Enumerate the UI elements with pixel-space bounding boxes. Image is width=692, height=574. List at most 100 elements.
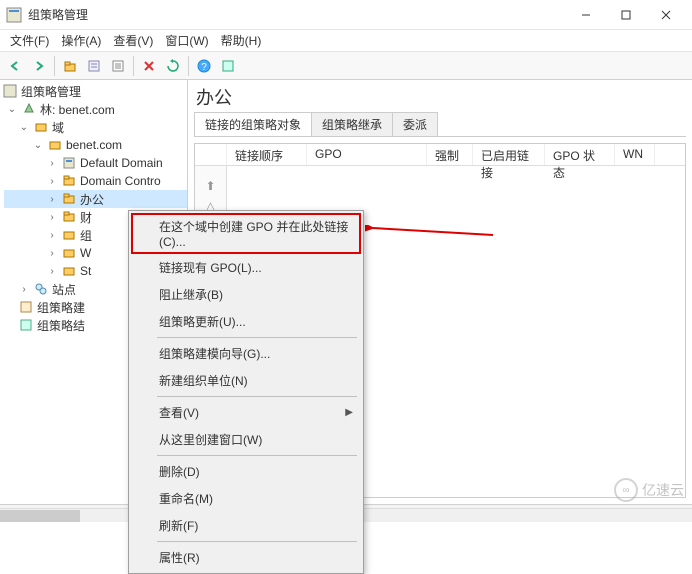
menubar: 文件(F) 操作(A) 查看(V) 窗口(W) 帮助(H) [0, 30, 692, 52]
column-header[interactable]: 链接顺序 [227, 144, 307, 165]
expander-icon[interactable]: › [46, 229, 58, 241]
column-header[interactable]: 强制 [427, 144, 473, 165]
column-header[interactable]: 已启用链接 [473, 144, 545, 165]
properties-button[interactable] [83, 55, 105, 77]
expander-icon[interactable]: ⌄ [6, 103, 18, 115]
tree-node-label: St [80, 264, 91, 278]
context-menu-item[interactable]: 查看(V) ▶ [131, 399, 361, 426]
refresh-button[interactable] [162, 55, 184, 77]
tree-node-label: 组 [80, 227, 92, 244]
context-item-label: 删除(D) [159, 463, 200, 480]
context-menu-item[interactable]: 属性(R) [131, 544, 361, 571]
tree-node-label: Domain Contro [80, 174, 161, 188]
context-menu-item[interactable]: 删除(D) [131, 458, 361, 485]
context-separator [157, 455, 357, 456]
watermark-text: 亿速云 [642, 480, 684, 500]
tree-modeling-label: 组策略建 [37, 299, 85, 316]
menu-help[interactable]: 帮助(H) [215, 30, 268, 51]
context-item-label: 查看(V) [159, 404, 199, 421]
context-item-label: 属性(R) [159, 549, 200, 566]
context-menu-item[interactable]: 从这里创建窗口(W) [131, 426, 361, 453]
tree-forest[interactable]: ⌄ 林: benet.com [4, 100, 187, 118]
close-button[interactable] [646, 1, 686, 29]
context-separator [157, 396, 357, 397]
context-item-label: 重命名(M) [159, 490, 213, 507]
context-menu-item[interactable]: 组策略更新(U)... [131, 308, 361, 335]
watermark-icon: ∞ [614, 478, 638, 502]
tab[interactable]: 委派 [392, 112, 438, 136]
menu-file[interactable]: 文件(F) [4, 30, 55, 51]
tree-results-label: 组策略结 [37, 317, 85, 334]
context-menu-item[interactable]: 新建组织单位(N) [131, 367, 361, 394]
ou-icon [61, 209, 77, 225]
context-menu-item[interactable]: 阻止继承(B) [131, 281, 361, 308]
tree-node-label: W [80, 246, 91, 260]
tree-sites-label: 站点 [52, 281, 76, 298]
context-item-label: 在这个域中创建 GPO 并在此处链接(C)... [159, 218, 353, 249]
menu-action[interactable]: 操作(A) [55, 30, 107, 51]
help-button[interactable]: ? [193, 55, 215, 77]
domain-icon [47, 137, 63, 153]
sites-icon [33, 281, 49, 297]
column-header[interactable]: GPO [307, 144, 427, 165]
tab[interactable]: 组策略继承 [311, 112, 393, 136]
expander-icon[interactable]: › [46, 247, 58, 259]
context-item-label: 链接现有 GPO(L)... [159, 259, 262, 276]
context-menu-item[interactable]: 在这个域中创建 GPO 并在此处链接(C)... [131, 213, 361, 254]
menu-view[interactable]: 查看(V) [107, 30, 159, 51]
tree-node-label: Default Domain [80, 156, 163, 170]
context-menu-item[interactable]: 刷新(F) [131, 512, 361, 539]
expander-icon[interactable]: ⌄ [32, 139, 44, 151]
context-item-label: 阻止继承(B) [159, 286, 223, 303]
watermark: ∞ 亿速云 [614, 478, 684, 502]
delete-button[interactable] [138, 55, 160, 77]
context-menu-item[interactable]: 重命名(M) [131, 485, 361, 512]
tab[interactable]: 链接的组策略对象 [194, 112, 312, 136]
folder-icon [61, 245, 77, 261]
app-icon [6, 7, 22, 23]
tree-node[interactable]: › Default Domain [4, 154, 187, 172]
tree-root[interactable]: 组策略管理 [0, 82, 187, 100]
expander-icon[interactable]: › [46, 193, 58, 205]
list-button[interactable] [107, 55, 129, 77]
svg-text:?: ? [201, 62, 207, 73]
folder-icon [61, 263, 77, 279]
expander-icon[interactable]: › [46, 157, 58, 169]
back-button[interactable] [4, 55, 26, 77]
context-item-label: 组策略更新(U)... [159, 313, 246, 330]
expander-icon[interactable]: ⌄ [18, 121, 30, 133]
tree-root-label: 组策略管理 [21, 83, 81, 100]
menu-window[interactable]: 窗口(W) [159, 30, 214, 51]
export-button[interactable] [217, 55, 239, 77]
forward-button[interactable] [28, 55, 50, 77]
context-menu-item[interactable]: 链接现有 GPO(L)... [131, 254, 361, 281]
column-header[interactable]: WN [615, 144, 655, 165]
content-title: 办公 [188, 80, 692, 110]
tree-forest-label: 林: benet.com [40, 101, 115, 118]
context-separator [157, 337, 357, 338]
maximize-button[interactable] [606, 1, 646, 29]
column-header[interactable]: GPO 状态 [545, 144, 615, 165]
tree-node[interactable]: › Domain Contro [4, 172, 187, 190]
expander-icon[interactable]: › [46, 175, 58, 187]
up-button[interactable] [59, 55, 81, 77]
folder-icon [61, 227, 77, 243]
column-header[interactable] [195, 144, 227, 165]
context-item-label: 刷新(F) [159, 517, 198, 534]
expander-icon[interactable]: › [18, 283, 30, 295]
toolbar: ? [0, 52, 692, 80]
tree-domain[interactable]: ⌄ benet.com [4, 136, 187, 154]
tree-node[interactable]: ›办公 [4, 190, 187, 208]
context-item-label: 从这里创建窗口(W) [159, 431, 262, 448]
minimize-button[interactable] [566, 1, 606, 29]
context-item-label: 新建组织单位(N) [159, 372, 248, 389]
tree-node-label: 财 [80, 209, 92, 226]
submenu-arrow-icon: ▶ [345, 407, 353, 418]
expander-icon[interactable]: › [46, 211, 58, 223]
move-top-button[interactable]: ⬆ [201, 178, 221, 194]
expander-icon[interactable]: › [46, 265, 58, 277]
modeling-icon [18, 299, 34, 315]
tree-domain-label: benet.com [66, 138, 122, 152]
tree-domains[interactable]: ⌄ 域 [4, 118, 187, 136]
context-menu-item[interactable]: 组策略建模向导(G)... [131, 340, 361, 367]
